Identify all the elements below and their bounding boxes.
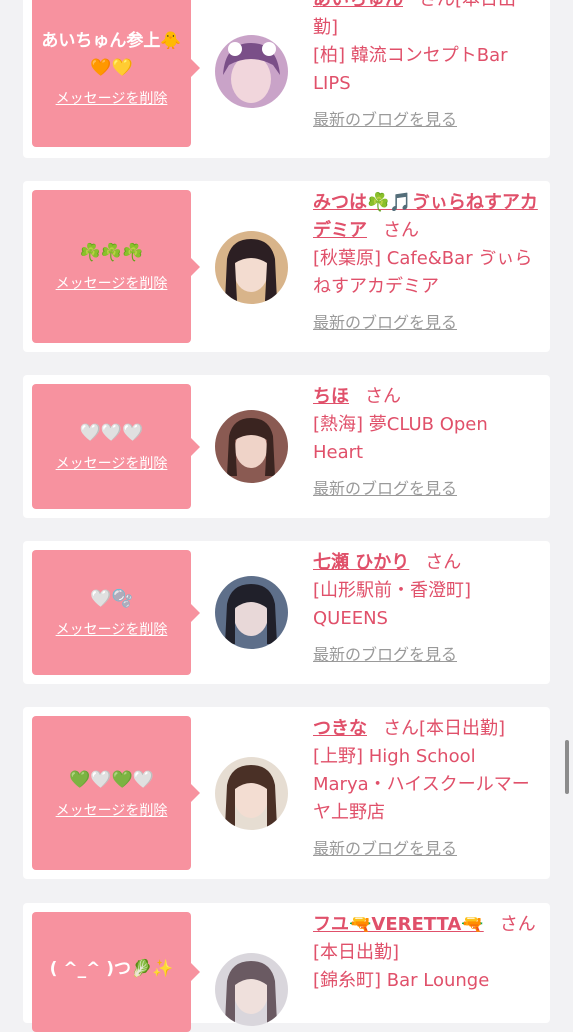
- message-bubble: ☘️☘️☘️ メッセージを削除: [32, 190, 200, 343]
- avatar[interactable]: [215, 757, 288, 830]
- profile-info: あいちゅんさん[本日出勤] [柏] 韓流コンセプトBar LIPS 最新のブログ…: [313, 0, 541, 134]
- message-text: ☘️☘️☘️: [79, 243, 144, 263]
- suffix-text: さん: [383, 220, 419, 241]
- blog-link[interactable]: 最新のブログを見る: [313, 106, 541, 134]
- message-bubble: 💚🤍💚🤍 メッセージを削除: [32, 716, 200, 870]
- profile-info: 七瀬 ひかり さん [山形駅前・香澄町] QUEENS 最新のブログを見る: [313, 549, 541, 669]
- avatar[interactable]: [215, 410, 288, 483]
- profile-info: フユ🔫VERETTA🔫 さん[本日出勤] [錦糸町] Bar Lounge: [313, 911, 541, 995]
- shop-text: [柏] 韓流コンセプトBar LIPS: [313, 45, 508, 94]
- message-text: あいちゅん参上🐥🧡💛: [41, 31, 182, 78]
- name-link[interactable]: みつは☘️🎵ゔぃらねすアカデミア: [313, 192, 538, 241]
- scrollbar-thumb[interactable]: [565, 740, 569, 794]
- avatar[interactable]: [215, 576, 288, 649]
- message-bubble: ( ^_^ )つ🥬✨: [32, 912, 200, 1032]
- message-bubble: 🤍🤍🤍 メッセージを削除: [32, 384, 200, 509]
- delete-message-link[interactable]: メッセージを削除: [56, 619, 168, 639]
- profile-info: つきな さん[本日出勤] [上野] High School Marya・ハイスクー…: [313, 715, 541, 863]
- favorite-card: 🤍🤍🤍 メッセージを削除 ちほ さん [熱海] 夢CLUB Open Heart …: [23, 375, 550, 518]
- profile-info: ちほ さん [熱海] 夢CLUB Open Heart 最新のブログを見る: [313, 383, 541, 503]
- favorite-card: ( ^_^ )つ🥬✨ フユ🔫VERETTA🔫 さん[本日出勤] [錦糸町] Bar…: [23, 903, 550, 1032]
- shop-text: [山形駅前・香澄町] QUEENS: [313, 580, 472, 629]
- suffix-text: さん[本日出勤]: [383, 718, 506, 739]
- delete-message-link[interactable]: メッセージを削除: [56, 800, 168, 820]
- delete-message-link[interactable]: メッセージを削除: [56, 453, 168, 473]
- name-link[interactable]: ちほ: [313, 386, 349, 407]
- profile-info: みつは☘️🎵ゔぃらねすアカデミア さん [秋葉原] Cafe&Bar ゔぃらねすア…: [313, 189, 541, 337]
- avatar[interactable]: [215, 953, 288, 1026]
- favorite-card: あいちゅん参上🐥🧡💛 メッセージを削除 あいちゅんさん[本日出勤] [柏] 韓流…: [23, 0, 550, 158]
- blog-link[interactable]: 最新のブログを見る: [313, 475, 541, 503]
- name-link[interactable]: あいちゅん: [313, 0, 403, 10]
- message-text: 🤍🤍🤍: [79, 423, 144, 443]
- suffix-text: さん: [365, 386, 401, 407]
- message-text: 🤍🫧: [90, 589, 133, 609]
- blog-link[interactable]: 最新のブログを見る: [313, 641, 541, 669]
- delete-message-link[interactable]: メッセージを削除: [56, 273, 168, 293]
- shop-text: [秋葉原] Cafe&Bar ゔぃらねすアカデミア: [313, 248, 533, 297]
- message-text: ( ^_^ )つ🥬✨: [49, 958, 174, 979]
- blog-link[interactable]: 最新のブログを見る: [313, 835, 541, 863]
- delete-message-link[interactable]: メッセージを削除: [56, 88, 168, 108]
- name-link[interactable]: フユ🔫VERETTA🔫: [313, 914, 484, 935]
- blog-link[interactable]: 最新のブログを見る: [313, 309, 541, 337]
- avatar[interactable]: [215, 231, 288, 304]
- favorite-card: 🤍🫧 メッセージを削除 七瀬 ひかり さん [山形駅前・香澄町] QUEENS 最…: [23, 541, 550, 684]
- suffix-text: さん: [425, 552, 462, 573]
- message-bubble: 🤍🫧 メッセージを削除: [32, 550, 200, 675]
- shop-text: [上野] High School Marya・ハイスクールマーヤ上野店: [313, 746, 530, 823]
- favorite-card: 💚🤍💚🤍 メッセージを削除 つきな さん[本日出勤] [上野] High Scho…: [23, 707, 550, 879]
- shop-text: [熱海] 夢CLUB Open Heart: [313, 414, 488, 463]
- message-text: 💚🤍💚🤍: [69, 769, 154, 790]
- name-link[interactable]: つきな: [313, 718, 367, 739]
- avatar[interactable]: [215, 35, 288, 108]
- shop-text: [錦糸町] Bar Lounge: [313, 970, 490, 991]
- message-bubble: あいちゅん参上🐥🧡💛 メッセージを削除: [32, 0, 200, 147]
- favorite-card: ☘️☘️☘️ メッセージを削除 みつは☘️🎵ゔぃらねすアカデミア さん [秋葉原]…: [23, 181, 550, 352]
- name-link[interactable]: 七瀬 ひかり: [313, 552, 409, 573]
